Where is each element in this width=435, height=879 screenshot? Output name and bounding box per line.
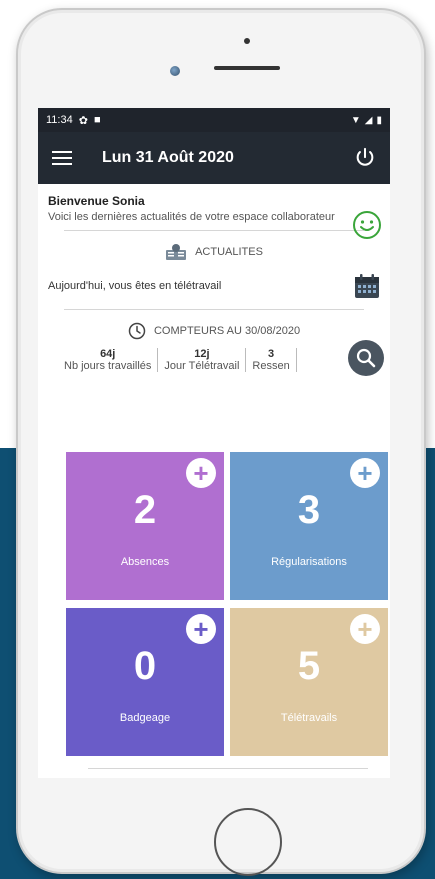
signal-icon: ◢ [364,114,373,126]
news-header-label: ACTUALITES [195,246,263,258]
search-icon [356,348,376,368]
status-time: 11:34 [46,114,73,126]
battery-icon: ▮ [376,114,382,126]
counters-header: COMPTEURS AU 30/08/2020 [38,310,390,348]
tile-count: 0 [133,644,157,688]
add-absence-button[interactable]: + [186,458,216,488]
counter-label: Ressen [252,360,290,372]
tile-absences[interactable]: + 2 Absences [66,452,224,600]
app-screen: 11:34 ✿ ■ ▼ ◢ ▮ Lun 31 Août 2020 Bienven… [38,108,390,778]
power-icon[interactable] [354,147,376,169]
tile-label: Télétravails [280,712,338,724]
welcome-message: Voici les dernières actualités de votre … [48,211,335,223]
counters-row: 64j Nb jours travaillés 12j Jour Télétra… [38,340,390,388]
counter-label: Jour Télétravail [164,360,240,372]
camera-icon [170,66,180,76]
divider [88,768,368,769]
notification-icon: ■ [93,114,101,126]
page-title: Lun 31 Août 2020 [102,149,234,166]
telework-status-row[interactable]: Aujourd'hui, vous êtes en télétravail [38,269,390,309]
counter-value: 3 [268,348,275,360]
clock-icon [128,322,146,340]
tile-count: 5 [297,644,321,688]
status-icons: ▼ ◢ ▮ [351,115,382,126]
hamburger-icon[interactable] [52,151,72,165]
counter-value: 64j [100,348,116,360]
home-button[interactable] [214,808,282,876]
add-regularisation-button[interactable]: + [350,458,380,488]
sensor-dot [244,38,250,44]
smiley-icon [353,211,381,239]
counters-header-label: COMPTEURS AU 30/08/2020 [153,325,301,337]
add-teletravail-button[interactable]: + [350,614,380,644]
wifi-icon: ▼ [350,114,361,126]
tile-count: 3 [297,488,321,532]
counter-worked-days: 64j Nb jours travaillés [58,348,159,372]
counter-telework-days: 12j Jour Télétravail [158,348,247,372]
stage: 11:34 ✿ ■ ▼ ◢ ▮ Lun 31 Août 2020 Bienven… [0,0,435,879]
newspaper-reader-icon [166,244,187,260]
tile-teletravails[interactable]: + 5 Télétravails [230,608,388,756]
status-bar: 11:34 ✿ ■ ▼ ◢ ▮ [38,108,390,132]
speaker-grille [214,66,280,70]
tile-label: Absences [120,556,170,568]
counter-value: 12j [194,348,210,360]
calendar-icon[interactable] [354,273,380,299]
telework-status-text: Aujourd'hui, vous êtes en télétravail [48,280,222,292]
tile-regularisations[interactable]: + 3 Régularisations [230,452,388,600]
add-badgeage-button[interactable]: + [186,614,216,644]
tiles-grid: + 2 Absences + 3 Régularisations + 0 Bad… [66,452,390,756]
welcome-section: Bienvenue Sonia Voici les dernières actu… [38,184,390,239]
welcome-title: Bienvenue Sonia [48,194,145,208]
tile-badgeage[interactable]: + 0 Badgeage [66,608,224,756]
search-button[interactable] [348,340,384,376]
gear-icon: ✿ [78,114,88,127]
tile-label: Badgeage [119,712,171,724]
news-header: ACTUALITES [38,231,390,269]
counter-third: 3 Ressen [246,348,297,372]
tile-count: 2 [133,488,157,532]
app-bar: Lun 31 Août 2020 [38,132,390,184]
tile-label: Régularisations [271,556,347,568]
counter-label: Nb jours travaillés [64,360,152,372]
